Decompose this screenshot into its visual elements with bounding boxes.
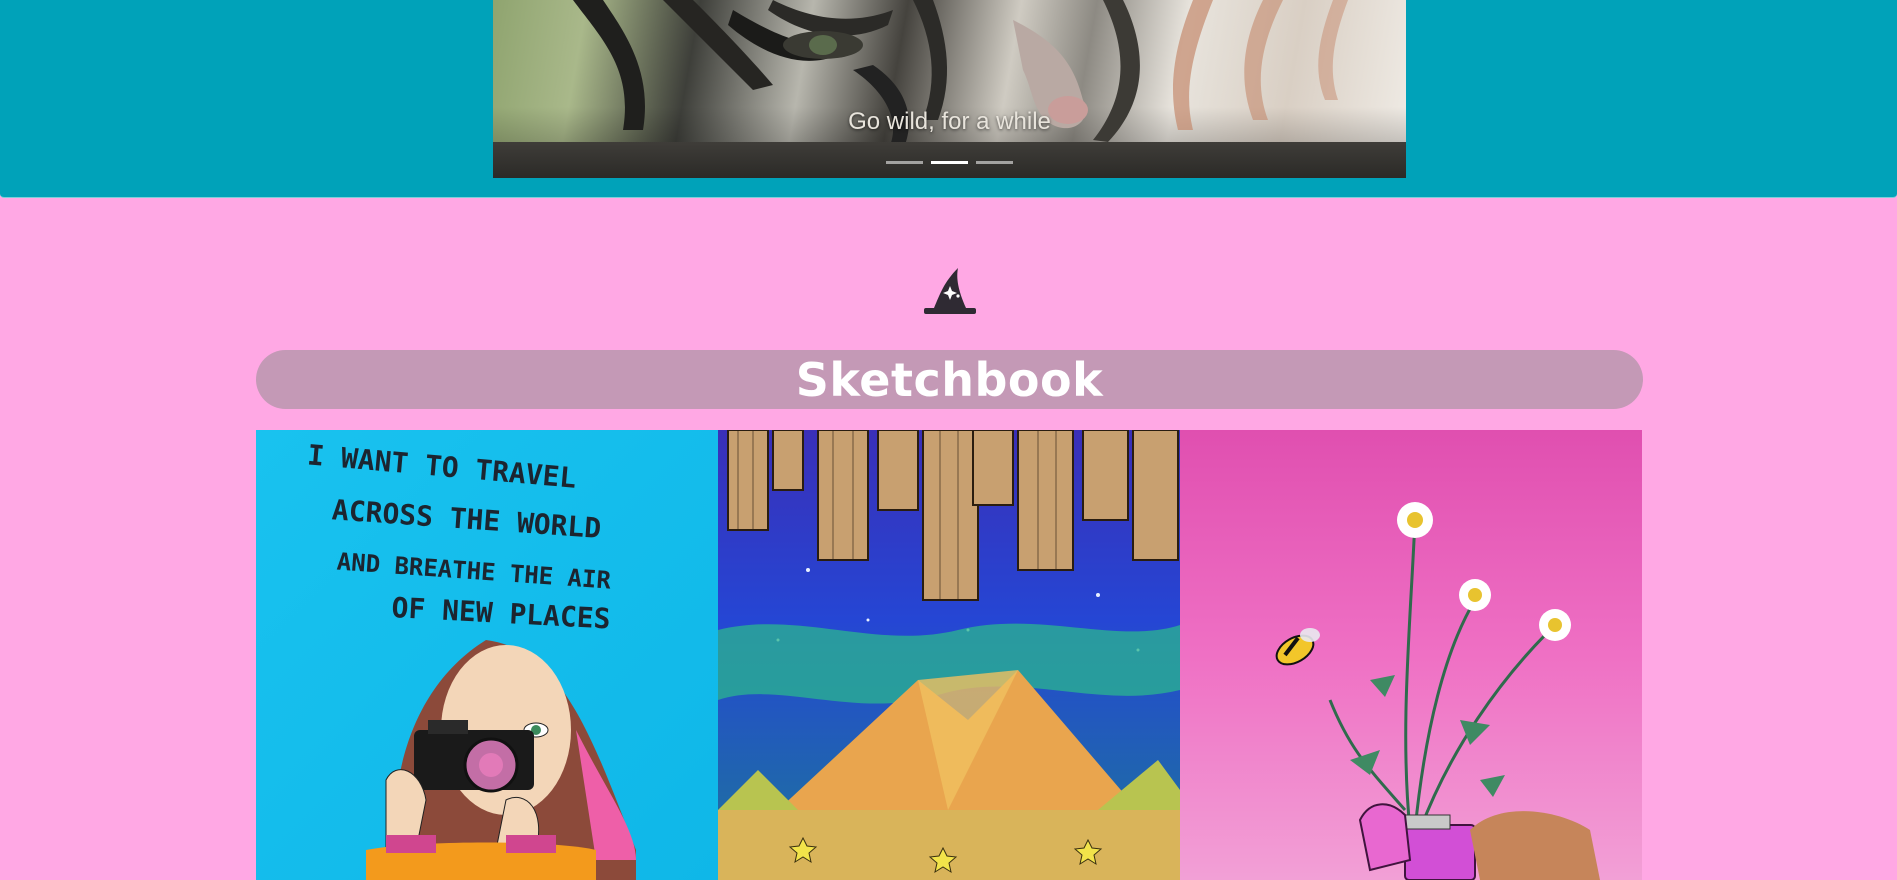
carousel-bottom-bar [493, 142, 1406, 178]
daisies-sketch-image [1180, 430, 1642, 880]
gallery-tile-city[interactable] [718, 430, 1180, 880]
city-sketch-image [718, 430, 1180, 880]
sketchbook-title-bar: Sketchbook [256, 350, 1643, 409]
travel-sketch-image: I WANT TO TRAVEL ACROSS THE WORLD AND BR… [256, 430, 718, 880]
gallery-tile-daisies[interactable] [1180, 430, 1642, 880]
wizard-hat-icon [924, 268, 976, 314]
sketch-gallery: I WANT TO TRAVEL ACROSS THE WORLD AND BR… [256, 430, 1643, 880]
section-title: Sketchbook [795, 352, 1104, 407]
carousel-caption: Go wild, for a while [848, 108, 1051, 135]
image-carousel[interactable]: Go wild, for a while [493, 0, 1406, 178]
carousel-indicator-2[interactable] [931, 161, 968, 164]
gallery-tile-travel[interactable]: I WANT TO TRAVEL ACROSS THE WORLD AND BR… [256, 430, 718, 880]
hero-band: Go wild, for a while [0, 0, 1897, 198]
carousel-indicator-1[interactable] [886, 161, 923, 164]
carousel-indicators [493, 161, 1406, 164]
carousel-indicator-3[interactable] [976, 161, 1013, 164]
